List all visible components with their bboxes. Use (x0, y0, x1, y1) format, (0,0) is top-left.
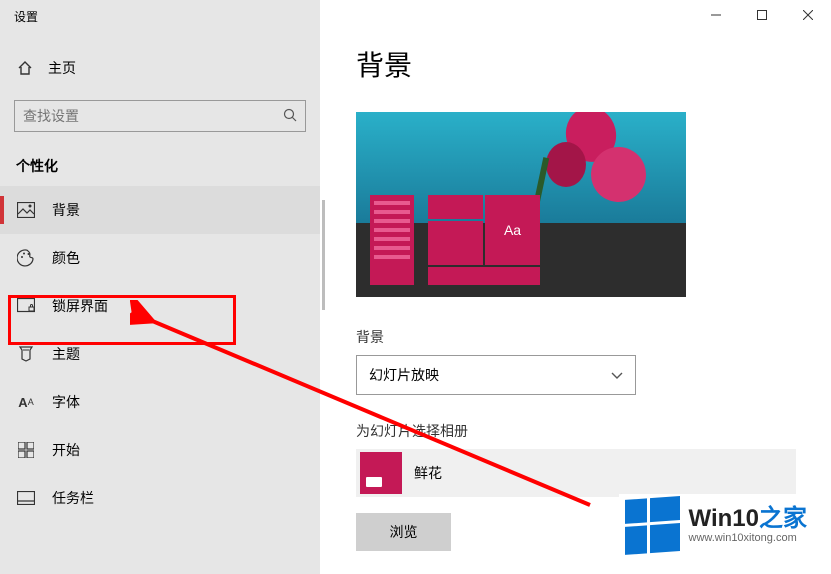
browse-label: 浏览 (390, 522, 418, 542)
maximize-button[interactable] (739, 0, 785, 30)
album-name: 鲜花 (414, 463, 442, 483)
category-label: 个性化 (0, 142, 320, 186)
search-box[interactable] (14, 100, 306, 132)
window-controls (693, 0, 831, 30)
sidebar-item-themes[interactable]: 主题 (0, 330, 320, 378)
sidebar-item-lockscreen[interactable]: 锁屏界面 (0, 282, 320, 330)
preview-tiles: Aa (370, 187, 540, 287)
preview-thumbnail: Aa (356, 112, 686, 297)
lockscreen-icon (16, 298, 36, 314)
search-container (0, 88, 320, 142)
sidebar-item-label: 颜色 (52, 248, 80, 268)
minimize-button[interactable] (693, 0, 739, 30)
flower-decoration (536, 112, 656, 217)
album-label: 为幻灯片选择相册 (356, 421, 831, 441)
background-dropdown[interactable]: 幻灯片放映 (356, 355, 636, 395)
sidebar-item-colors[interactable]: 颜色 (0, 234, 320, 282)
browse-button[interactable]: 浏览 (356, 513, 451, 551)
sidebar: 主页 个性化 背景 颜色 (0, 0, 320, 574)
taskbar-icon (16, 491, 36, 505)
themes-icon (16, 345, 36, 363)
start-icon (16, 442, 36, 458)
home-label: 主页 (48, 58, 76, 78)
window-title: 设置 (0, 0, 52, 33)
titlebar: 设置 (0, 0, 831, 36)
fonts-icon: AA (16, 395, 36, 410)
sidebar-item-label: 锁屏界面 (52, 296, 108, 316)
sidebar-item-label: 主题 (52, 344, 80, 364)
search-icon (283, 108, 297, 125)
sidebar-item-fonts[interactable]: AA 字体 (0, 378, 320, 426)
picture-icon (16, 202, 36, 218)
content-area: 背景 (320, 0, 831, 574)
sidebar-item-start[interactable]: 开始 (0, 426, 320, 474)
album-item[interactable]: 鲜花 (356, 449, 796, 497)
preview-sample-text: Aa (485, 195, 540, 265)
palette-icon (16, 249, 36, 267)
windows-logo-icon (625, 496, 679, 554)
chevron-down-icon (611, 367, 623, 383)
search-input[interactable] (23, 108, 277, 124)
watermark-title: Win10之家 (689, 505, 807, 533)
album-thumbnail (360, 452, 402, 494)
dropdown-value: 幻灯片放映 (369, 365, 439, 385)
watermark: Win10之家 www.win10xitong.com (619, 494, 813, 556)
sidebar-item-label: 字体 (52, 392, 80, 412)
scrollbar-indicator[interactable] (322, 200, 325, 310)
sidebar-item-label: 开始 (52, 440, 80, 460)
background-label: 背景 (356, 327, 831, 347)
sidebar-item-taskbar[interactable]: 任务栏 (0, 474, 320, 522)
close-button[interactable] (785, 0, 831, 30)
sidebar-item-background[interactable]: 背景 (0, 186, 320, 234)
sidebar-item-label: 任务栏 (52, 488, 94, 508)
home-icon (16, 60, 34, 76)
home-nav[interactable]: 主页 (0, 48, 320, 88)
sidebar-item-label: 背景 (52, 200, 80, 220)
watermark-url: www.win10xitong.com (689, 532, 807, 545)
page-title: 背景 (356, 44, 831, 84)
